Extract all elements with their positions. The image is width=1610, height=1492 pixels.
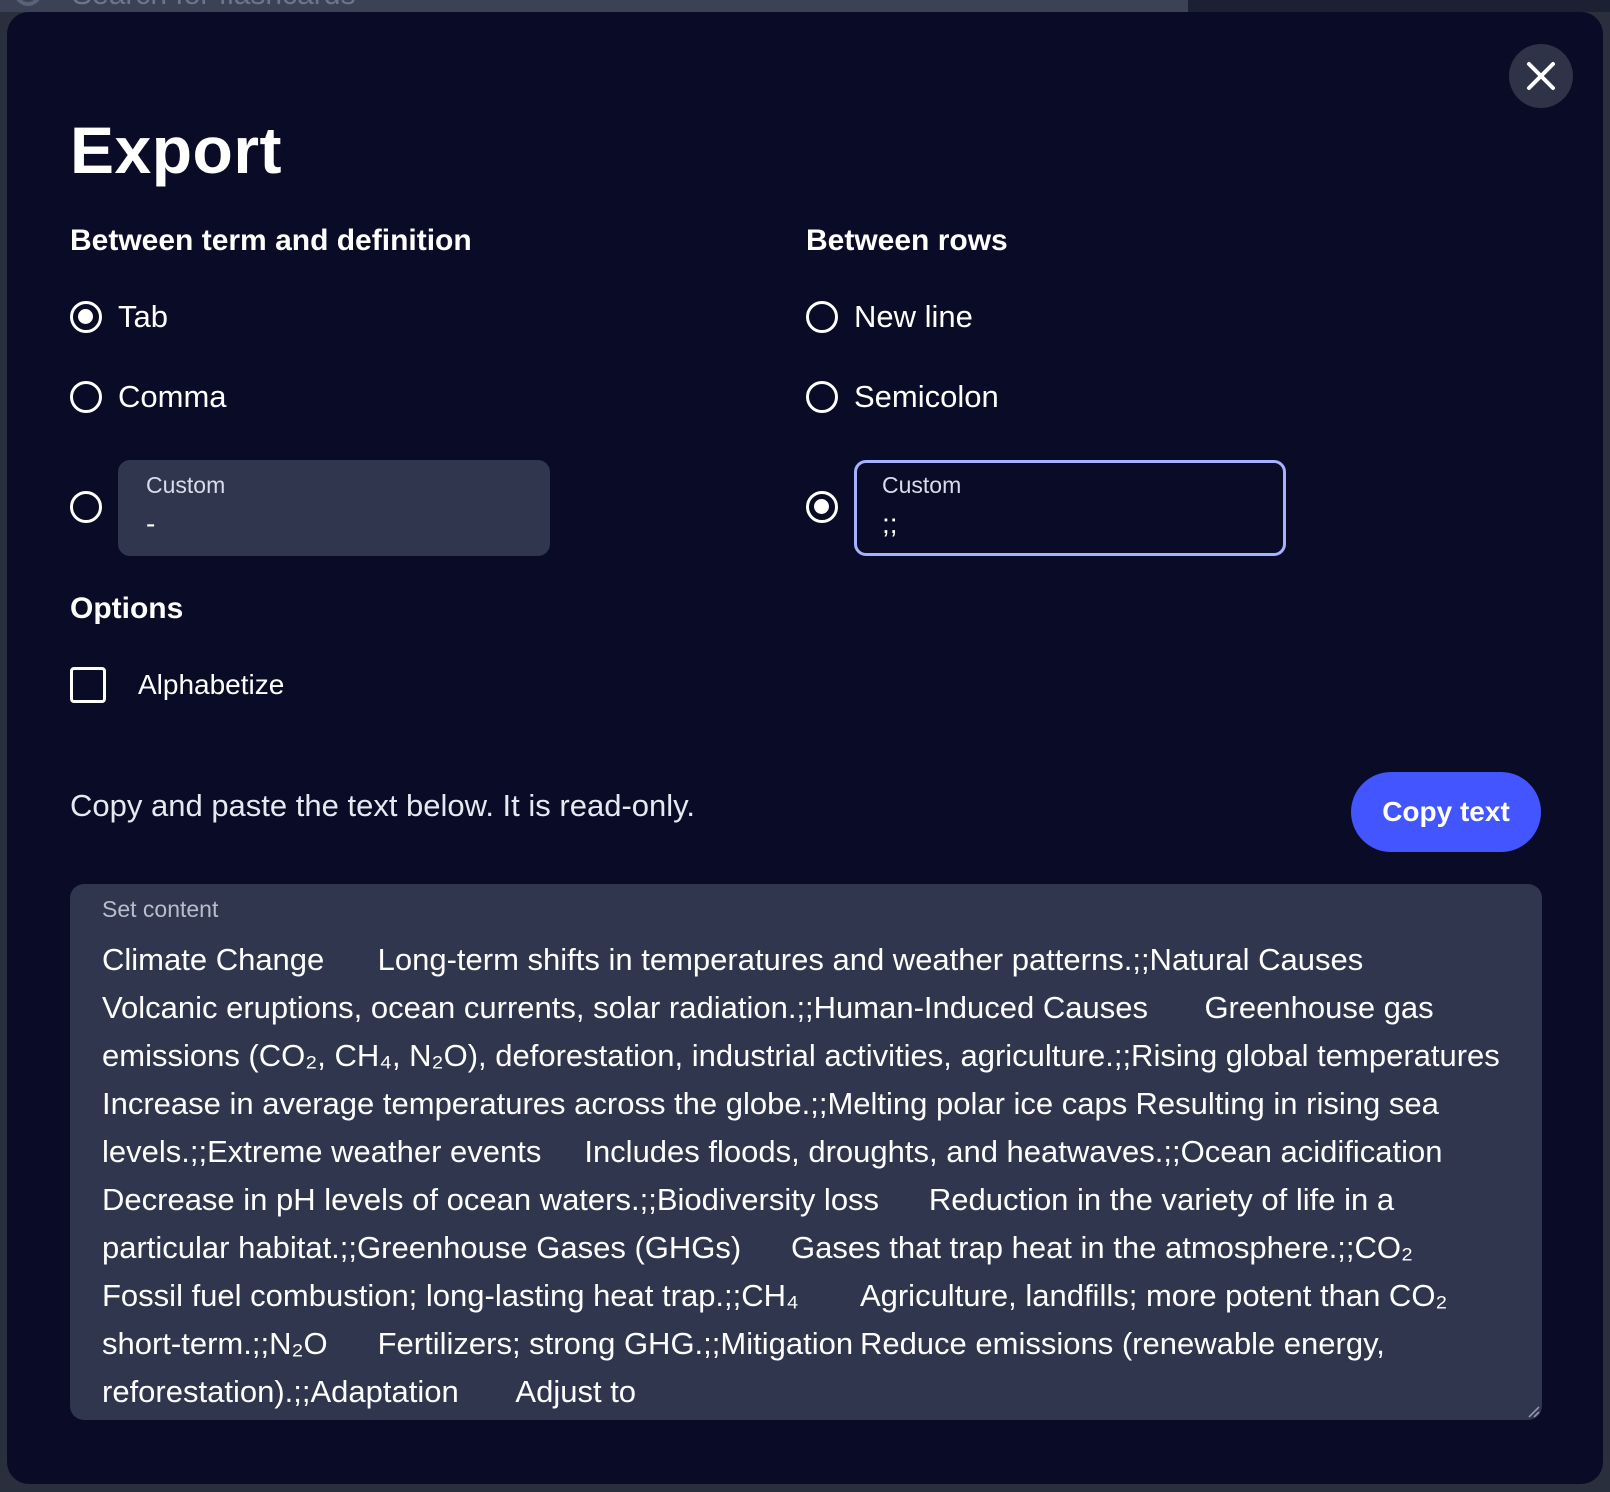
custom-rows-field[interactable]: Custom <box>854 460 1286 556</box>
modal-title: Export <box>70 113 283 187</box>
copy-text-button[interactable]: Copy text <box>1351 772 1541 852</box>
radio-button[interactable] <box>70 491 102 523</box>
custom-term-input[interactable] <box>146 508 526 540</box>
term-definition-section-label: Between term and definition <box>70 224 472 257</box>
set-content-textarea[interactable]: Set content Climate Change Long-term shi… <box>70 884 1542 1420</box>
set-content-text[interactable]: Climate Change Long-term shifts in tempe… <box>102 936 1514 1416</box>
set-content-label: Set content <box>102 896 219 922</box>
radio-button-checked[interactable] <box>806 491 838 523</box>
rows-section-label: Between rows <box>806 224 1008 257</box>
alphabetize-label: Alphabetize <box>138 669 285 700</box>
background-right-strip <box>1188 0 1610 12</box>
custom-rows-label: Custom <box>882 472 962 498</box>
custom-term-label: Custom <box>146 472 226 498</box>
background-search-bar: Search for flashcards <box>0 0 1188 12</box>
background-search-placeholder: Search for flashcards <box>72 0 355 12</box>
custom-rows-input[interactable] <box>882 508 1262 540</box>
custom-term-field[interactable]: Custom <box>118 460 550 556</box>
resize-grip-icon[interactable] <box>1526 1404 1540 1418</box>
radio-label-semicolon: Semicolon <box>854 379 999 414</box>
alphabetize-checkbox[interactable] <box>70 667 106 703</box>
close-icon <box>1527 62 1555 90</box>
radio-new-line[interactable]: New line <box>806 297 973 337</box>
radio-button[interactable] <box>70 381 102 413</box>
radio-button-checked[interactable] <box>70 301 102 333</box>
radio-tab[interactable]: Tab <box>70 297 168 337</box>
options-section-label: Options <box>70 592 184 625</box>
close-button[interactable] <box>1509 44 1573 108</box>
radio-button[interactable] <box>806 301 838 333</box>
copy-hint-text: Copy and paste the text below. It is rea… <box>70 788 695 823</box>
radio-comma[interactable]: Comma <box>70 377 227 417</box>
radio-label-comma: Comma <box>118 379 227 414</box>
export-modal: Export Between term and definition Tab C… <box>7 12 1603 1484</box>
alphabetize-option[interactable]: Alphabetize <box>70 667 284 703</box>
search-icon <box>14 0 42 6</box>
radio-label-tab: Tab <box>118 299 168 334</box>
radio-label-new-line: New line <box>854 299 973 334</box>
radio-button[interactable] <box>806 381 838 413</box>
radio-custom-rows[interactable] <box>806 491 838 523</box>
radio-semicolon[interactable]: Semicolon <box>806 377 999 417</box>
radio-custom-term[interactable] <box>70 491 102 523</box>
